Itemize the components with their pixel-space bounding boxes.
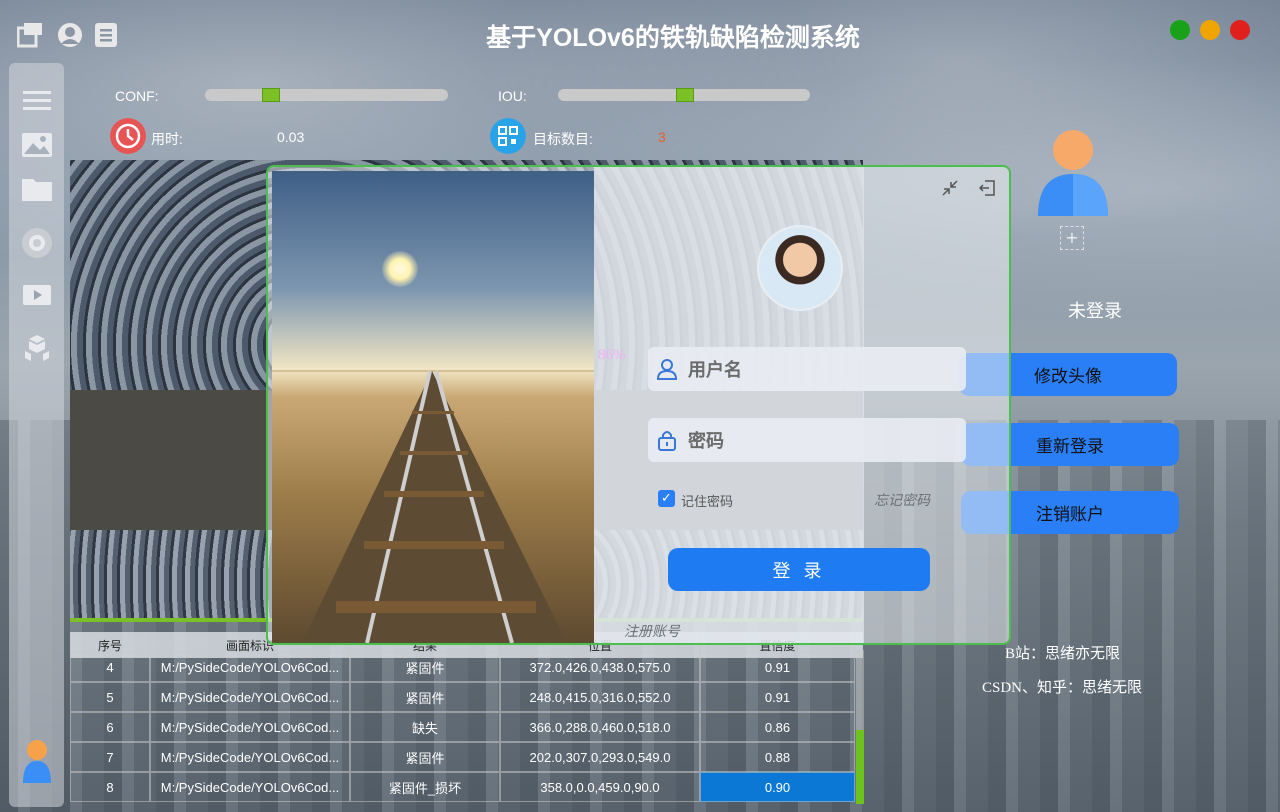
login-button[interactable]: 登 录	[668, 548, 930, 591]
time-value: 0.03	[277, 129, 305, 145]
table-row[interactable]: 6 M:/PySideCode/YOLOv6Cod... 缺失 366.0,28…	[70, 712, 855, 742]
cell-index[interactable]: 7	[70, 742, 150, 772]
default-avatar-icon	[1038, 130, 1108, 216]
qr-code-icon	[490, 118, 526, 154]
count-label: 目标数目:	[533, 131, 593, 147]
table-row[interactable]: 7 M:/PySideCode/YOLOv6Cod... 紧固件 202.0,3…	[70, 742, 855, 772]
image-icon[interactable]	[21, 129, 53, 161]
cell-confidence-selected[interactable]: 0.90	[700, 772, 855, 802]
time-label: 用时:	[151, 131, 183, 147]
window-minimize-button[interactable]	[1200, 20, 1220, 40]
password-placeholder: 密码	[688, 431, 724, 451]
cell-source[interactable]: M:/PySideCode/YOLOv6Cod...	[150, 712, 350, 742]
conf-slider[interactable]	[205, 88, 448, 102]
cell-index[interactable]: 4	[70, 652, 150, 682]
forget-password-link[interactable]: 忘记密码	[874, 490, 930, 510]
cell-result[interactable]: 紧固件_损坏	[350, 772, 500, 802]
window-maximize-button[interactable]	[1170, 20, 1190, 40]
cell-confidence[interactable]: 0.91	[700, 652, 855, 682]
remember-checkbox[interactable]: ✓	[658, 490, 675, 507]
camera-icon[interactable]	[21, 227, 53, 259]
app-title: 基于YOLOv6的铁轨缺陷检测系统	[486, 24, 860, 52]
railway-track-illustration	[272, 370, 594, 643]
cell-position[interactable]: 248.0,415.0,316.0,552.0	[500, 682, 700, 712]
menu-icon[interactable]	[21, 85, 53, 117]
results-table[interactable]: 序号 画面标识 结果 位置 置信度 4 M:/PySideCode/YOLOv6…	[70, 632, 863, 804]
clock-icon	[110, 118, 146, 154]
window-close-button[interactable]	[1230, 20, 1250, 40]
cubes-icon[interactable]	[21, 333, 53, 365]
password-field[interactable]: 密码	[648, 418, 966, 462]
table-row[interactable]: 4 M:/PySideCode/YOLOv6Cod... 紧固件 372.0,4…	[70, 652, 855, 682]
cell-confidence[interactable]: 0.91	[700, 682, 855, 712]
cell-position[interactable]: 366.0,288.0,460.0,518.0	[500, 712, 700, 742]
username-field[interactable]: 用户名	[648, 347, 966, 391]
user-icon[interactable]	[21, 739, 53, 785]
table-row[interactable]: 8 M:/PySideCode/YOLOv6Cod... 紧固件_损坏 358.…	[70, 772, 855, 802]
add-avatar-button[interactable]: +	[1060, 226, 1084, 250]
railway-photo	[272, 171, 594, 643]
cell-source[interactable]: M:/PySideCode/YOLOv6Cod...	[150, 682, 350, 712]
cell-index[interactable]: 8	[70, 772, 150, 802]
user-photo-avatar	[757, 225, 843, 311]
credit-bilibili: B站：思绪亦无限	[1005, 646, 1121, 662]
iou-label: IOU:	[498, 88, 527, 104]
cell-result[interactable]: 紧固件	[350, 652, 500, 682]
cell-result[interactable]: 紧固件	[350, 742, 500, 772]
username-placeholder: 用户名	[688, 360, 742, 380]
login-dialog: 86% 用户名 密码 ✓ 记住密码 忘记密码 登 录 注册账号	[266, 165, 1011, 645]
user-field-icon	[656, 359, 678, 380]
count-value: 3	[658, 129, 666, 145]
lock-icon	[658, 431, 676, 451]
cell-confidence[interactable]: 0.86	[700, 712, 855, 742]
cell-source[interactable]: M:/PySideCode/YOLOv6Cod...	[150, 772, 350, 802]
video-play-icon[interactable]	[21, 279, 53, 311]
folder-icon[interactable]	[21, 173, 53, 205]
login-status: 未登录	[1068, 301, 1122, 321]
table-scrollbar-thumb[interactable]	[856, 730, 864, 804]
cell-position[interactable]: 358.0,0.0,459.0,90.0	[500, 772, 700, 802]
overlay-percent-label: 86%	[598, 347, 626, 363]
table-scrollbar[interactable]	[856, 650, 864, 804]
cell-result[interactable]: 缺失	[350, 712, 500, 742]
cell-position[interactable]: 372.0,426.0,438.0,575.0	[500, 652, 700, 682]
credit-csdn: CSDN、知乎：思绪无限	[982, 680, 1143, 696]
cell-confidence[interactable]: 0.88	[700, 742, 855, 772]
iou-slider-handle[interactable]	[676, 88, 694, 102]
cell-position[interactable]: 202.0,307.0,293.0,549.0	[500, 742, 700, 772]
iou-slider[interactable]	[558, 88, 810, 102]
cell-index[interactable]: 5	[70, 682, 150, 712]
register-link[interactable]: 注册账号	[624, 621, 680, 641]
table-row[interactable]: 5 M:/PySideCode/YOLOv6Cod... 紧固件 248.0,4…	[70, 682, 855, 712]
sidebar	[9, 63, 64, 807]
conf-slider-handle[interactable]	[262, 88, 280, 102]
cell-source[interactable]: M:/PySideCode/YOLOv6Cod...	[150, 742, 350, 772]
exit-icon[interactable]	[978, 179, 996, 197]
cell-index[interactable]: 6	[70, 712, 150, 742]
remember-label[interactable]: 记住密码	[681, 491, 733, 510]
conf-label: CONF:	[115, 88, 159, 104]
cell-source[interactable]: M:/PySideCode/YOLOv6Cod...	[150, 652, 350, 682]
cell-result[interactable]: 紧固件	[350, 682, 500, 712]
minimize-icon[interactable]	[941, 179, 959, 197]
